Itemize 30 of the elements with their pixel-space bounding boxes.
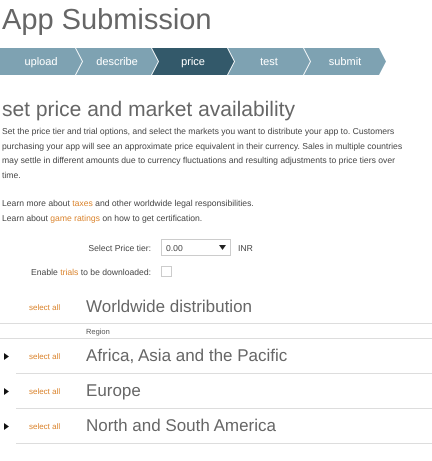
select-all-link[interactable]: select all bbox=[16, 352, 86, 360]
learn-more-text: Learn about game ratings on how to get certification. bbox=[2, 212, 204, 225]
select-all-link[interactable]: select all bbox=[0, 302, 86, 312]
wizard-step[interactable]: upload bbox=[0, 48, 82, 75]
intro-paragraph: Set the price tier and trial options, and select the markets you want to distribute your app to. Customers purchasing your app will see an approximate price equivalent in their currency. Sales in multiple countries may settle in different amounts due to currency fluctuations and resulting adjustments to price tiers over time. bbox=[2, 125, 404, 182]
wizard-step[interactable]: price bbox=[152, 48, 234, 75]
price-tier-label: Select Price tier: bbox=[87, 242, 152, 252]
trials-label: Enable trials to be downloaded: bbox=[30, 266, 152, 276]
region-name: North and South America bbox=[86, 416, 276, 436]
wizard-step[interactable]: submit bbox=[304, 48, 386, 75]
select-all-link[interactable]: select all bbox=[16, 422, 86, 430]
region-name: Europe bbox=[86, 381, 141, 401]
link[interactable]: game ratings bbox=[50, 212, 100, 222]
select-all-link[interactable]: select all bbox=[16, 386, 86, 396]
dropdown-arrow-icon bbox=[219, 245, 226, 250]
link[interactable]: taxes bbox=[72, 198, 93, 208]
region-name: Africa, Asia and the Pacific bbox=[86, 346, 288, 366]
expand-arrow-icon[interactable] bbox=[4, 353, 9, 360]
expand-arrow-icon[interactable] bbox=[4, 388, 9, 395]
link[interactable]: trials bbox=[60, 266, 78, 276]
page-title: App Submission bbox=[1, 3, 213, 38]
section-title: set price and market availability bbox=[2, 98, 296, 122]
worldwide-title: Worldwide distribution bbox=[86, 297, 252, 317]
wizard-step[interactable]: test bbox=[228, 48, 310, 75]
trials-checkbox[interactable] bbox=[161, 266, 172, 277]
price-tier-dropdown[interactable]: 0.00 bbox=[161, 239, 231, 256]
wizard-step[interactable]: describe bbox=[76, 48, 158, 75]
currency-label: INR bbox=[238, 242, 253, 252]
expand-arrow-icon[interactable] bbox=[4, 423, 9, 430]
learn-more-text: Learn more about taxes and other worldwide legal responsibilities. bbox=[2, 197, 255, 210]
